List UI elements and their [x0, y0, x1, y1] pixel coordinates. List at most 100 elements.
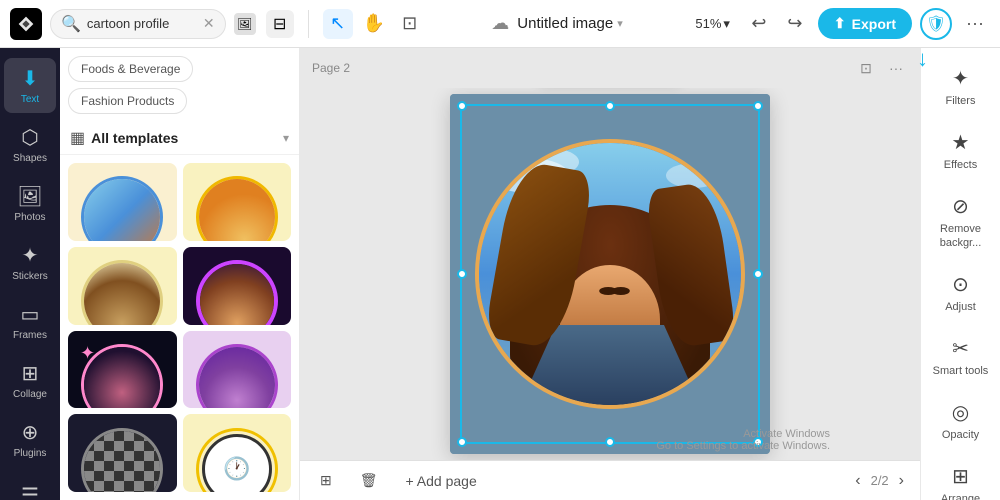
canvas-circle-frame: [475, 139, 745, 409]
left-sidebar: ⬇ Text ⬡ Shapes 🖼 Photos ✦ Stickers ▭ Fr…: [0, 48, 60, 500]
effects-icon: ★: [952, 130, 970, 155]
document-title[interactable]: Untitled image ▾: [517, 15, 622, 32]
page-settings-button[interactable]: ⊡: [854, 56, 878, 80]
templates-header: ▦ All templates ▾: [60, 122, 299, 155]
sidebar-stickers-label: Stickers: [12, 271, 48, 282]
search-bar[interactable]: 🔍 ✕: [50, 9, 226, 39]
arrange-label: Arrange: [941, 493, 980, 500]
right-panel: ✦ Filters ★ Effects ⊘ Remove backgr... ⊙…: [920, 48, 1000, 500]
adjust-label: Adjust: [945, 301, 976, 314]
main-content: ⬇ Text ⬡ Shapes 🖼 Photos ✦ Stickers ▭ Fr…: [0, 48, 1000, 500]
filters-tool[interactable]: ✦ Filters: [925, 56, 997, 118]
template-card-6[interactable]: [183, 331, 292, 409]
delete-page-button[interactable]: 🗑: [352, 468, 386, 493]
canvas-wrapper: ⊞ ⊟ ⬡ ···: [300, 88, 920, 460]
page-tools: ⊡ ···: [854, 56, 908, 80]
undo-button[interactable]: ↩: [744, 9, 774, 39]
zoom-chevron-icon: ▾: [723, 16, 730, 32]
arrow-indicator: ↓: [917, 46, 928, 72]
template-card-5[interactable]: ✦ ✦✦: [68, 331, 177, 409]
template-card-3[interactable]: +: [68, 247, 177, 325]
photos-icon: 🖼: [17, 184, 42, 209]
page-more-button[interactable]: ···: [884, 56, 908, 80]
search-icon: 🔍: [61, 14, 81, 34]
opacity-tool[interactable]: ◎ Opacity: [925, 390, 997, 452]
zoom-value: 51%: [695, 16, 721, 31]
adjust-tool[interactable]: ⊙ Adjust: [925, 262, 997, 324]
filter-icon: ⊟: [273, 14, 286, 34]
smart-tools-tool[interactable]: ✂ Smart tools: [925, 326, 997, 388]
add-page-grid-button[interactable]: ⊞: [312, 468, 340, 493]
sidebar-item-collage[interactable]: ⊞ Collage: [4, 353, 56, 408]
template-card-2[interactable]: [183, 163, 292, 241]
more-icon: ···: [966, 13, 984, 34]
sidebar-item-shapes[interactable]: ⬡ Shapes: [4, 117, 56, 172]
canvas-area: Page 2 ⊡ ··· ⊞ ⊟ ⬡ ···: [300, 48, 920, 500]
tab-fashion-products[interactable]: Fashion Products: [68, 88, 187, 114]
redo-button[interactable]: ↪: [780, 9, 810, 39]
zoom-selector[interactable]: 51% ▾: [689, 12, 736, 36]
sidebar-collage-label: Collage: [13, 389, 47, 400]
templates-grid: + + ✦ ✦✦: [60, 155, 299, 500]
add-page-button[interactable]: + Add page: [398, 469, 485, 493]
templates-header-title: All templates: [91, 130, 277, 146]
topbar: 🔍 ✕ 🖼 ⊟ ↖ ✋ ⊡ ☁ Untitled image ▾ 51% ▾ ↩…: [0, 0, 1000, 48]
sidebar-item-menu[interactable]: ☰: [4, 475, 56, 500]
sidebar-item-text[interactable]: ⬇ Text: [4, 58, 56, 113]
templates-header-chevron-icon[interactable]: ▾: [283, 131, 289, 145]
sidebar-frames-label: Frames: [13, 330, 47, 341]
template-list-icon: ▦: [70, 128, 85, 148]
menu-icon: ☰: [21, 483, 39, 500]
topbar-center: ☁ Untitled image ▾: [433, 13, 682, 34]
sidebar-shapes-label: Shapes: [13, 153, 47, 164]
template-card-1[interactable]: [68, 163, 177, 241]
plugins-icon: ⊕: [22, 420, 39, 445]
effects-tool[interactable]: ★ Effects: [925, 120, 997, 182]
collage-icon: ⊞: [22, 361, 39, 386]
template-card-8[interactable]: 🕐: [183, 414, 292, 492]
divider: [308, 10, 309, 38]
select-tool-button[interactable]: ↖: [323, 9, 353, 39]
adjust-icon: ⊙: [952, 272, 969, 297]
prev-page-button[interactable]: ‹: [851, 470, 864, 492]
bottom-bar: ⊞ 🗑 + Add page ‹ 2/2 ›: [300, 460, 920, 500]
effects-label: Effects: [944, 159, 977, 172]
search-input[interactable]: [87, 16, 197, 31]
remove-bg-tool[interactable]: ⊘ Remove backgr...: [925, 184, 997, 259]
image-search-button[interactable]: 🖼: [234, 13, 256, 35]
sidebar-item-photos[interactable]: 🖼 Photos: [4, 176, 56, 231]
filter-button[interactable]: ⊟: [266, 10, 294, 38]
page-navigation: ‹ 2/2 ›: [851, 470, 908, 492]
sidebar-item-frames[interactable]: ▭ Frames: [4, 294, 56, 349]
filters-icon: ✦: [952, 66, 969, 91]
export-button[interactable]: ⬆ Export: [818, 8, 912, 39]
undo-redo-tools: ↩ ↪: [744, 9, 810, 39]
template-card-4[interactable]: +: [183, 247, 292, 325]
smart-tools-label: Smart tools: [933, 365, 989, 378]
title-chevron-icon: ▾: [617, 17, 623, 30]
page-count: 2/2: [871, 473, 889, 488]
filters-label: Filters: [946, 95, 976, 108]
app-logo[interactable]: [10, 8, 42, 40]
template-card-7[interactable]: [68, 414, 177, 492]
hand-tool-button[interactable]: ✋: [359, 9, 389, 39]
text-down-icon: ⬇: [22, 66, 39, 91]
toolbar-tools: ↖ ✋ ⊡: [323, 9, 425, 39]
crop-tool-button[interactable]: ⊡: [395, 9, 425, 39]
canvas-portrait: [479, 143, 741, 405]
arrange-tool[interactable]: ⊞ Arrange: [925, 454, 997, 500]
arrange-icon: ⊞: [952, 464, 969, 489]
remove-bg-label: Remove backgr...: [931, 223, 991, 249]
sidebar-item-stickers[interactable]: ✦ Stickers: [4, 235, 56, 290]
frames-icon: ▭: [21, 302, 40, 327]
more-options-button[interactable]: ···: [960, 9, 990, 39]
canvas[interactable]: ⊞ ⊟ ⬡ ···: [450, 94, 770, 454]
clear-search-icon[interactable]: ✕: [203, 15, 215, 32]
grid-icon: ⊞: [320, 472, 332, 489]
shield-button[interactable]: 🛡: [920, 8, 952, 40]
tab-foods-beverage[interactable]: Foods & Beverage: [68, 56, 193, 82]
page-label: Page 2: [312, 61, 350, 75]
next-page-button[interactable]: ›: [895, 470, 908, 492]
title-text: Untitled image: [517, 15, 613, 32]
sidebar-item-plugins[interactable]: ⊕ Plugins: [4, 412, 56, 467]
